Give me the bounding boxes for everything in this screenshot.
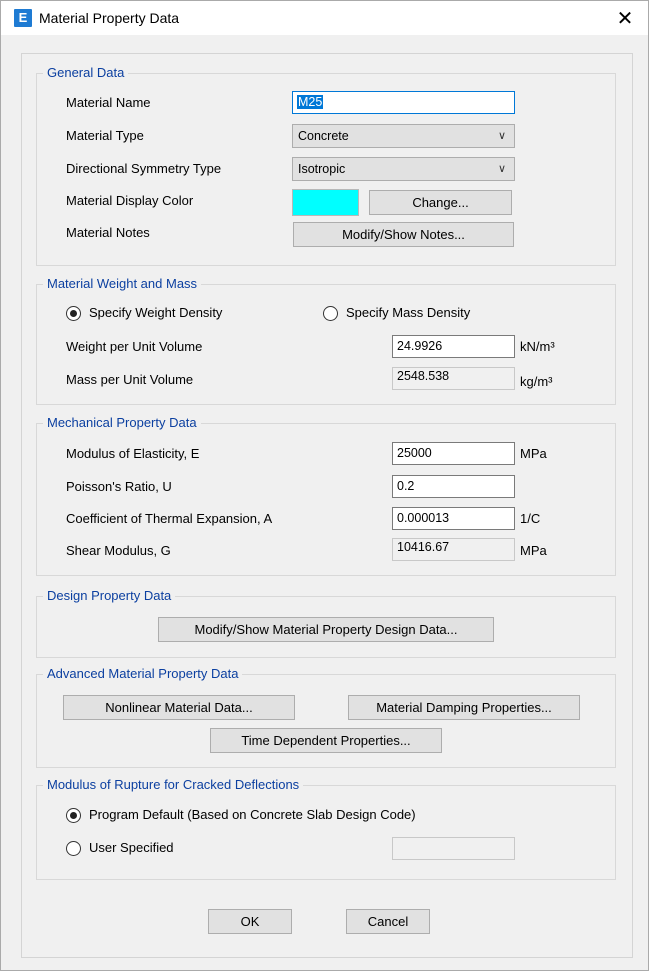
weight-density-radio[interactable] — [66, 306, 81, 321]
material-type-select[interactable]: Concrete ∨ — [292, 124, 515, 148]
display-color-label: Material Display Color — [66, 193, 194, 208]
user-specified-radio[interactable] — [66, 841, 81, 856]
cancel-button[interactable]: Cancel — [346, 909, 430, 934]
poissons-ratio-label: Poisson's Ratio, U — [66, 479, 172, 494]
poissons-ratio-input[interactable]: 0.2 — [392, 475, 515, 498]
mass-density-radio[interactable] — [323, 306, 338, 321]
display-color-swatch — [292, 189, 359, 216]
general-data-heading: General Data — [43, 65, 129, 81]
user-specified-input[interactable] — [392, 837, 515, 860]
advanced-property-group: Advanced Material Property Data Nonlinea… — [36, 666, 616, 768]
etabs-app-icon: E — [14, 9, 32, 27]
title-bar: E Material Property Data ✕ — [1, 1, 648, 35]
change-color-button[interactable]: Change... — [369, 190, 512, 215]
mass-per-volume-value: 2548.538 — [392, 367, 515, 390]
material-notes-label: Material Notes — [66, 225, 150, 240]
modify-design-data-button[interactable]: Modify/Show Material Property Design Dat… — [158, 617, 494, 642]
mass-per-volume-label: Mass per Unit Volume — [66, 372, 194, 387]
material-type-label: Material Type — [66, 128, 144, 143]
material-property-dialog: E Material Property Data ✕ General Data … — [0, 0, 649, 971]
chevron-down-icon: ∨ — [497, 130, 506, 142]
thermal-expansion-label: Coefficient of Thermal Expansion, A — [66, 511, 273, 526]
mechanical-property-heading: Mechanical Property Data — [43, 415, 201, 431]
close-icon[interactable]: ✕ — [602, 1, 648, 35]
general-data-group: General Data Material Name M25 Material … — [36, 65, 616, 266]
weight-mass-heading: Material Weight and Mass — [43, 276, 202, 292]
modulus-elasticity-unit: MPa — [520, 446, 547, 461]
thermal-expansion-input[interactable]: 0.000013 — [392, 507, 515, 530]
window-title: Material Property Data — [39, 10, 180, 26]
program-default-radio-label: Program Default (Based on Concrete Slab … — [89, 807, 416, 822]
mass-density-radio-label: Specify Mass Density — [346, 305, 471, 320]
material-name-label: Material Name — [66, 95, 151, 110]
dialog-body: General Data Material Name M25 Material … — [21, 53, 633, 958]
user-specified-radio-label: User Specified — [89, 840, 174, 855]
symmetry-type-value: Isotropic — [298, 162, 346, 176]
material-name-input[interactable]: M25 — [292, 91, 515, 114]
modify-show-notes-button[interactable]: Modify/Show Notes... — [293, 222, 514, 247]
ok-button[interactable]: OK — [208, 909, 292, 934]
shear-modulus-label: Shear Modulus, G — [66, 543, 171, 558]
weight-mass-group: Material Weight and Mass Specify Weight … — [36, 276, 616, 405]
rupture-modulus-heading: Modulus of Rupture for Cracked Deflectio… — [43, 777, 304, 793]
material-type-value: Concrete — [298, 129, 349, 143]
mass-unit: kg/m³ — [520, 374, 553, 389]
weight-per-volume-label: Weight per Unit Volume — [66, 339, 203, 354]
nonlinear-material-button[interactable]: Nonlinear Material Data... — [63, 695, 295, 720]
design-property-heading: Design Property Data — [43, 588, 176, 604]
modulus-elasticity-input[interactable]: 25000 — [392, 442, 515, 465]
material-name-value: M25 — [297, 95, 324, 109]
weight-per-volume-input[interactable]: 24.9926 — [392, 335, 515, 358]
chevron-down-icon: ∨ — [497, 163, 506, 175]
weight-unit: kN/m³ — [520, 339, 555, 354]
time-dependent-button[interactable]: Time Dependent Properties... — [210, 728, 442, 753]
rupture-modulus-group: Modulus of Rupture for Cracked Deflectio… — [36, 777, 616, 880]
shear-modulus-unit: MPa — [520, 543, 547, 558]
shear-modulus-value: 10416.67 — [392, 538, 515, 561]
modulus-elasticity-label: Modulus of Elasticity, E — [66, 446, 200, 461]
advanced-property-heading: Advanced Material Property Data — [43, 666, 243, 682]
symmetry-type-label: Directional Symmetry Type — [66, 161, 222, 176]
program-default-radio[interactable] — [66, 808, 81, 823]
mechanical-property-group: Mechanical Property Data Modulus of Elas… — [36, 415, 616, 576]
design-property-group: Design Property Data Modify/Show Materia… — [36, 588, 616, 658]
thermal-expansion-unit: 1/C — [520, 511, 541, 526]
symmetry-type-select[interactable]: Isotropic ∨ — [292, 157, 515, 181]
material-damping-button[interactable]: Material Damping Properties... — [348, 695, 580, 720]
weight-density-radio-label: Specify Weight Density — [89, 305, 223, 320]
